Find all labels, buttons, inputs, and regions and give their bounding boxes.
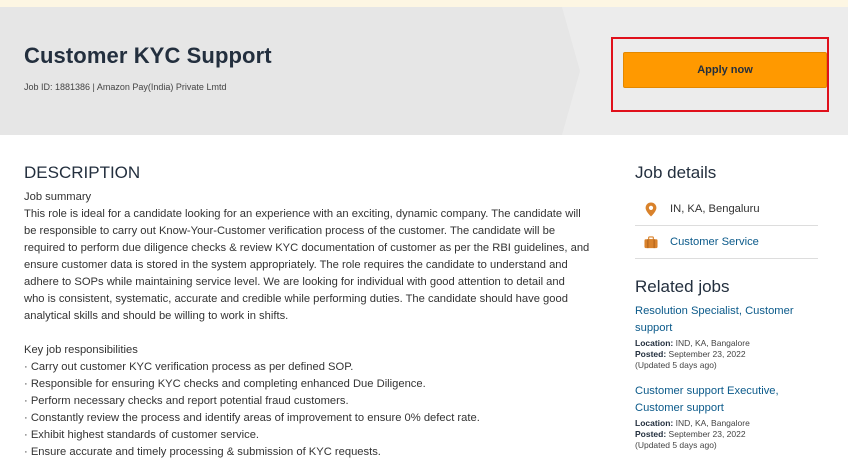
summary-line: who is consistent, systematic, accurate … bbox=[24, 293, 568, 305]
heading-spacer bbox=[635, 183, 818, 193]
location-value: IND, KA, Bangalore bbox=[675, 418, 750, 428]
description-heading: DESCRIPTION bbox=[24, 163, 141, 182]
related-job-card: Customer support Executive, Customer sup… bbox=[635, 383, 818, 451]
description-body: Job summary This role is ideal for a can… bbox=[24, 189, 616, 461]
responsibility-item: · Exhibit highest standards of customer … bbox=[24, 429, 260, 441]
related-job-posted: Posted: September 23, 2022 bbox=[635, 429, 818, 440]
responsibility-item: · Constantly review the process and iden… bbox=[24, 412, 480, 424]
summary-line: ensure customer data is stored in the sy… bbox=[24, 259, 568, 271]
related-job-location: Location: IND, KA, Bangalore bbox=[635, 418, 818, 429]
summary-line: required to perform due diligence checks… bbox=[24, 242, 590, 254]
summary-line: This role is ideal for a candidate looki… bbox=[24, 208, 581, 220]
location-label: Location: bbox=[635, 418, 674, 428]
responsibility-item: · Responsible for ensuring KYC checks an… bbox=[24, 378, 426, 390]
related-job-posted: Posted: September 23, 2022 bbox=[635, 349, 818, 360]
map-pin-icon bbox=[644, 202, 658, 216]
top-banner-strip bbox=[0, 0, 848, 7]
job-category-row[interactable]: Customer Service bbox=[635, 226, 818, 259]
related-job-title-link[interactable]: Resolution Specialist, Customer support bbox=[635, 303, 818, 337]
job-details-heading: Job details bbox=[635, 163, 717, 182]
job-summary-label: Job summary bbox=[24, 191, 92, 203]
related-jobs-heading: Related jobs bbox=[635, 277, 730, 296]
location-value: IND, KA, Bangalore bbox=[675, 338, 750, 348]
location-label: Location: bbox=[635, 338, 674, 348]
related-job-updated: (Updated 5 days ago) bbox=[635, 440, 717, 450]
summary-line: be responsible to carry out Know-Your-Cu… bbox=[24, 225, 556, 237]
posted-value: September 23, 2022 bbox=[668, 349, 746, 359]
related-job-location: Location: IND, KA, Bangalore bbox=[635, 338, 818, 349]
job-sidebar: Job details IN, KA, Bengaluru Customer S… bbox=[635, 163, 818, 463]
job-header-arrow-panel bbox=[0, 7, 580, 135]
job-description: DESCRIPTION Job summary This role is ide… bbox=[24, 163, 616, 461]
related-job-title-link[interactable]: Customer support Executive, Customer sup… bbox=[635, 383, 818, 417]
summary-line: adhere to SOPs while maintaining service… bbox=[24, 276, 565, 288]
apply-now-button[interactable]: Apply now bbox=[623, 52, 827, 88]
summary-line: analytical skills and should be willing … bbox=[24, 310, 289, 322]
posted-label: Posted: bbox=[635, 429, 667, 439]
responsibility-item: · Perform necessary checks and report po… bbox=[24, 395, 349, 407]
posted-label: Posted: bbox=[635, 349, 667, 359]
job-location: IN, KA, Bengaluru bbox=[670, 203, 760, 215]
job-id-company: Job ID: 1881386 | Amazon Pay(India) Priv… bbox=[24, 82, 227, 92]
posted-value: September 23, 2022 bbox=[668, 429, 746, 439]
responsibilities-label: Key job responsibilities bbox=[24, 344, 138, 356]
briefcase-icon bbox=[644, 235, 658, 249]
job-title: Customer KYC Support bbox=[24, 43, 272, 68]
job-location-row: IN, KA, Bengaluru bbox=[635, 193, 818, 226]
responsibility-item: · Carry out customer KYC verification pr… bbox=[24, 361, 354, 373]
responsibility-item: · Ensure accurate and timely processing … bbox=[24, 446, 381, 458]
job-category-link[interactable]: Customer Service bbox=[670, 236, 759, 248]
related-job-updated: (Updated 5 days ago) bbox=[635, 360, 717, 370]
related-job-card: Resolution Specialist, Customer support … bbox=[635, 303, 818, 371]
